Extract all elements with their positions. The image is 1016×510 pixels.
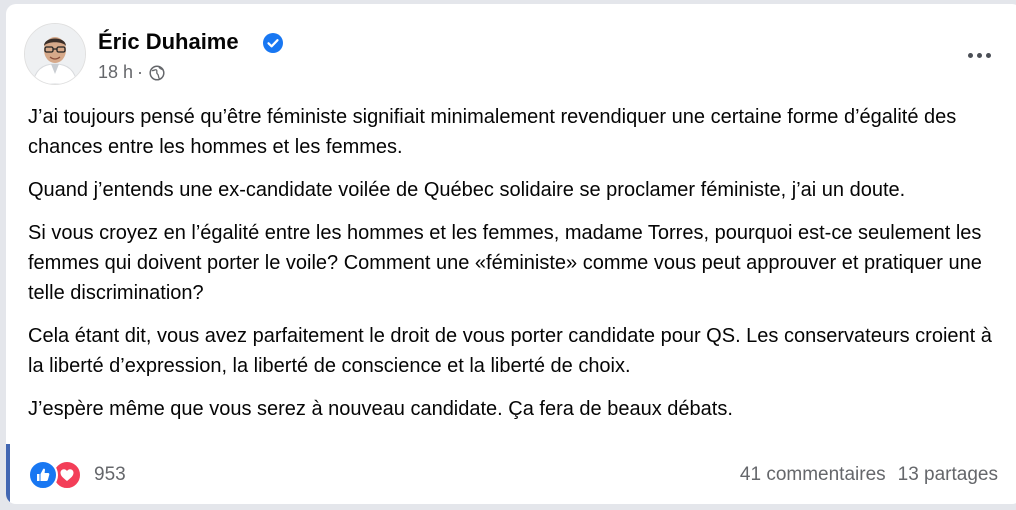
post-body: J’ai toujours pensé qu’être féministe si… [28, 102, 998, 437]
post-meta: 18 h · [98, 62, 165, 83]
reaction-count[interactable]: 953 [94, 464, 126, 486]
shares-count[interactable]: 13 partages [898, 464, 998, 486]
author-name[interactable]: Éric Duhaime [98, 29, 239, 55]
avatar-portrait [25, 24, 85, 84]
post-header: Éric Duhaime 18 h · [24, 23, 1004, 85]
post-paragraph: Si vous croyez en l’égalité entre les ho… [28, 222, 982, 304]
avatar[interactable] [24, 23, 86, 85]
more-dot [967, 52, 973, 58]
more-options-icon[interactable] [964, 45, 994, 65]
comments-count[interactable]: 41 commentaires [740, 464, 886, 486]
more-dot [976, 52, 982, 58]
globe-icon[interactable] [149, 64, 165, 81]
reactions-summary[interactable]: 953 [28, 460, 126, 490]
post-stats: 41 commentaires 13 partages [740, 464, 998, 486]
post-paragraph: J’ai toujours pensé qu’être féministe si… [28, 106, 957, 158]
post-paragraph: J’espère même que vous serez à nouveau c… [28, 398, 733, 420]
left-accent-bar [6, 444, 10, 504]
facebook-post: Éric Duhaime 18 h · J’ai toujours pensé … [6, 4, 1016, 504]
post-paragraph: Quand j’entends une ex-candidate voilée … [28, 179, 906, 201]
meta-separator: · [137, 62, 144, 82]
more-dot [985, 52, 991, 58]
post-paragraph: Cela étant dit, vous avez parfaitement l… [28, 325, 992, 377]
like-icon [28, 460, 58, 490]
verified-badge-icon [263, 33, 283, 53]
post-footer: 953 41 commentaires 13 partages [28, 458, 998, 494]
post-time[interactable]: 18 h [98, 62, 133, 83]
